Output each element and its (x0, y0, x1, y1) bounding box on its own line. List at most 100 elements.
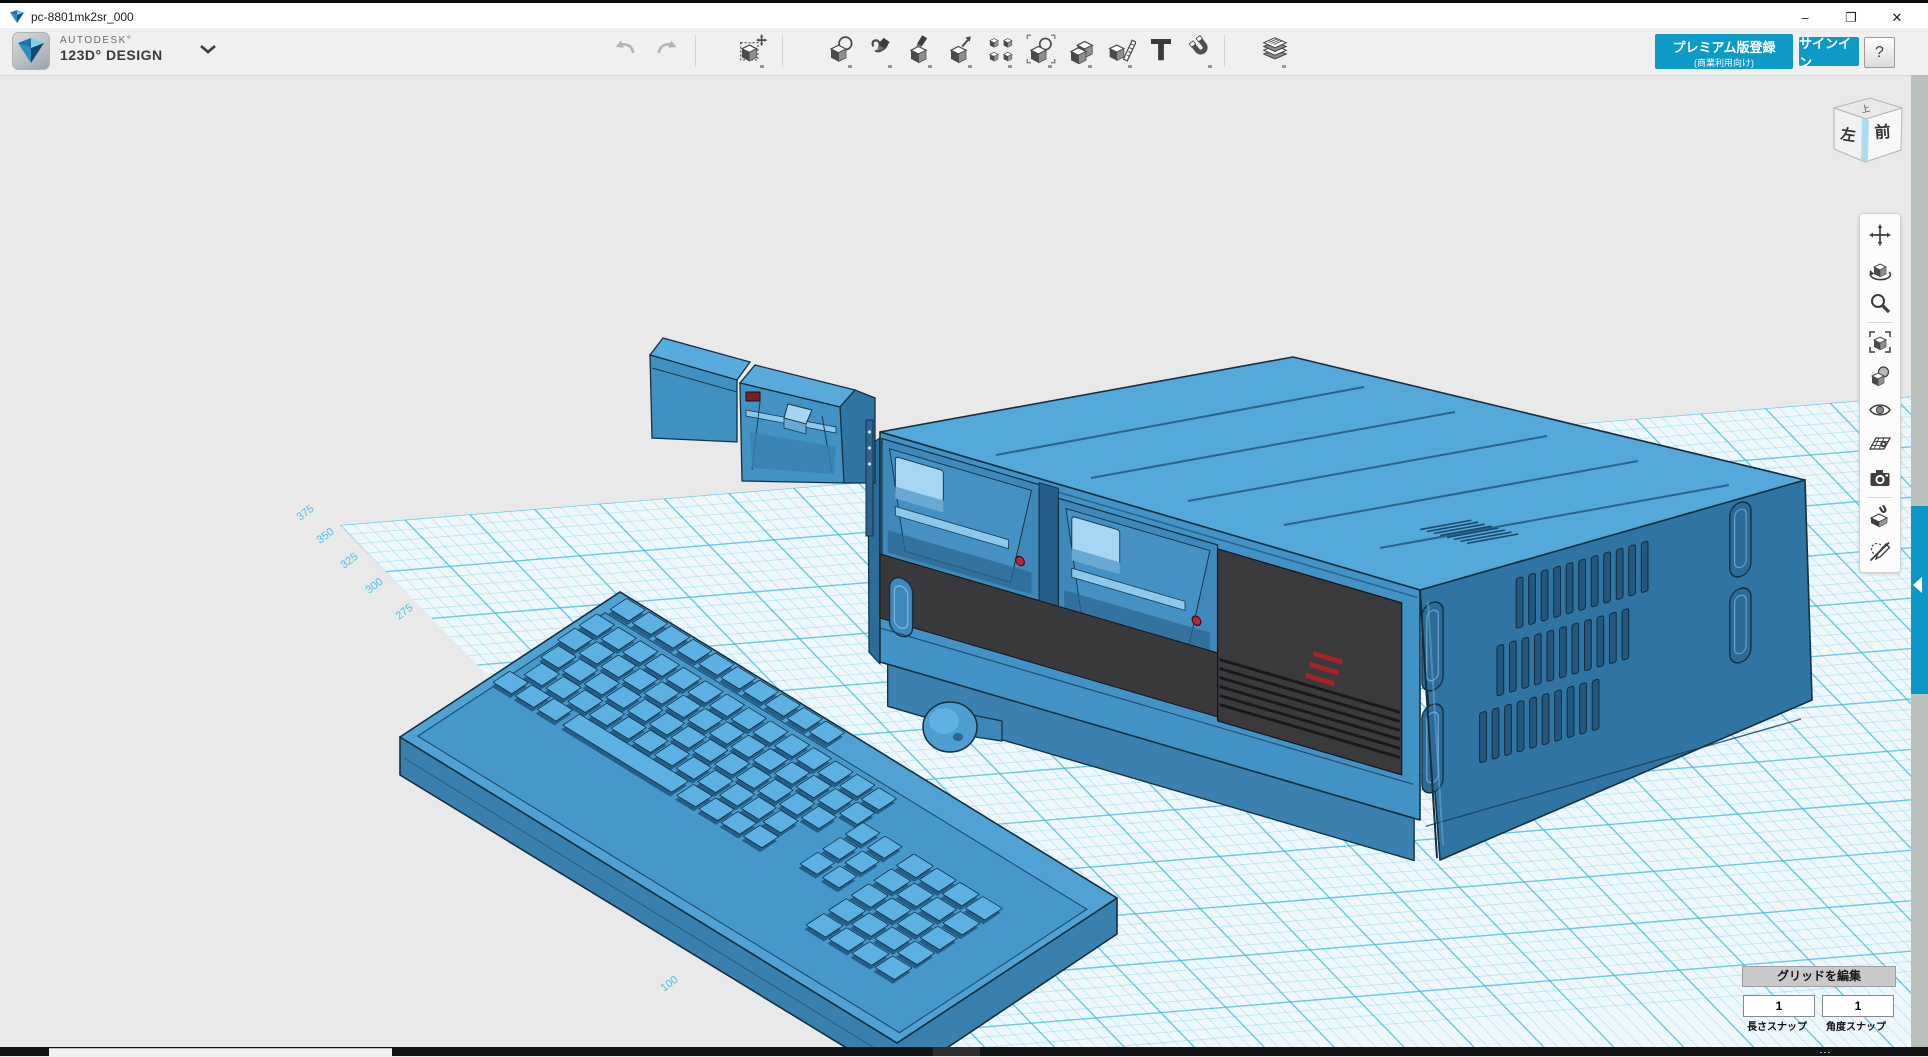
zoom-tool[interactable] (1860, 286, 1900, 320)
shaded-view-tool[interactable] (1860, 359, 1900, 393)
grid-edit-button[interactable]: グリッドを編集 (1742, 966, 1896, 987)
screenshot-tool[interactable] (1860, 461, 1900, 495)
viewcube-front-label[interactable]: 前 (1874, 122, 1891, 142)
vent-slat (1591, 555, 1598, 607)
app-menu-button[interactable] (12, 32, 50, 70)
eye-icon (1868, 398, 1892, 422)
modify-button[interactable] (944, 34, 978, 70)
measure-icon (1106, 34, 1136, 64)
pan-icon (1868, 223, 1892, 247)
snap-button[interactable] (1184, 34, 1218, 70)
flyout-indicator (848, 65, 852, 68)
angle-snap-input[interactable] (1822, 995, 1894, 1017)
flyout-indicator (1048, 65, 1052, 68)
construct-icon (906, 34, 936, 64)
fit-view-tool[interactable] (1860, 325, 1900, 359)
brand-autodesk: AUTODESK° (60, 35, 132, 46)
pattern-button[interactable] (984, 34, 1018, 70)
toolbar-separator (1224, 35, 1225, 67)
length-snap-input[interactable] (1743, 995, 1815, 1017)
redo-button[interactable] (650, 34, 684, 70)
group-button[interactable] (1024, 34, 1058, 70)
sketch-visibility-off-icon (1868, 539, 1892, 563)
vent-slat (1610, 612, 1617, 664)
side-drawer-thumb[interactable] (1911, 506, 1928, 694)
snap-object-tool[interactable] (1860, 500, 1900, 534)
vent-slat (1480, 711, 1487, 763)
app-menu-chevron-icon[interactable] (200, 45, 216, 55)
primitives-icon (826, 34, 856, 64)
close-button[interactable]: ✕ (1882, 9, 1912, 26)
help-button[interactable]: ? (1864, 37, 1895, 68)
pan-tool[interactable] (1860, 218, 1900, 252)
minimize-button[interactable]: – (1790, 9, 1820, 26)
vent-slat (1530, 697, 1537, 749)
redo-icon (654, 34, 680, 60)
vent-slat (1629, 544, 1636, 596)
sketch-button[interactable] (864, 34, 898, 70)
vent-slat (1516, 577, 1523, 629)
construct-button[interactable] (904, 34, 938, 70)
window-title: pc-8801mk2sr_000 (31, 10, 134, 24)
viewcube[interactable]: 上 左 前 (1818, 86, 1918, 186)
flyout-indicator (760, 65, 764, 68)
magnifier-icon (1868, 291, 1892, 315)
orbit-tool[interactable] (1860, 252, 1900, 286)
vent-slat (1555, 690, 1562, 742)
side-drawer-arrow-icon[interactable] (1913, 577, 1922, 593)
vent-slat (1622, 608, 1629, 660)
viewport-3d[interactable]: 375 350 325 300 275 100 (0, 75, 1928, 1047)
taskbar-segment[interactable] (933, 1047, 980, 1056)
flyout-indicator (1008, 65, 1012, 68)
viewcube-edge-highlight[interactable] (1861, 118, 1869, 162)
pattern-icon (986, 34, 1016, 64)
svg-text:275: 275 (394, 602, 416, 623)
vent-slat (1505, 704, 1512, 756)
view-toolbar (1859, 213, 1901, 573)
snap-object-icon (1868, 505, 1892, 529)
visibility-tool[interactable] (1860, 393, 1900, 427)
text-tool-icon (1146, 34, 1176, 64)
flyout-indicator (928, 65, 932, 68)
combine-icon (1066, 34, 1096, 64)
taskbar-clock-fragment: ▪ ▪ ▪ (1820, 1052, 1846, 1056)
grid-visibility-tool[interactable] (1860, 427, 1900, 461)
grid-visibility-icon (1868, 432, 1892, 456)
sketch-visibility-tool[interactable] (1860, 534, 1900, 568)
toolbar-separator (695, 35, 696, 67)
premium-signup-label: プレミアム版登録 (1655, 37, 1793, 56)
vent-slat (1567, 686, 1574, 738)
snap-magnet-icon (1186, 34, 1216, 64)
angle-snap-label: 角度スナップ (1821, 1018, 1891, 1033)
grid-settings-panel: グリッドを編集 長さスナップ 角度スナップ (1742, 966, 1894, 987)
restore-button[interactable]: ❐ (1836, 9, 1866, 26)
viewcube-left-label[interactable]: 左 (1838, 125, 1856, 145)
orbit-icon (1868, 257, 1892, 281)
vent-slat (1616, 548, 1623, 600)
app-logo-icon (12, 32, 50, 70)
main-toolbar: AUTODESK° 123D° DESIGN (0, 28, 1928, 76)
fit-view-icon (1868, 330, 1892, 354)
sketch-icon (866, 34, 896, 64)
flyout-indicator (1128, 65, 1132, 68)
vent-slat (1572, 623, 1579, 675)
vent-slat (1585, 619, 1592, 671)
material-layers-icon (1260, 34, 1290, 64)
titlebar: pc-8801mk2sr_000 – ❐ ✕ (0, 3, 1928, 28)
primitives-button[interactable] (824, 34, 858, 70)
premium-signup-button[interactable]: プレミアム版登録 (商業利用向け) (1655, 34, 1793, 69)
undo-icon (612, 34, 638, 60)
group-icon (1026, 34, 1056, 64)
modify-icon (946, 34, 976, 64)
undo-button[interactable] (608, 34, 642, 70)
measure-button[interactable] (1104, 34, 1138, 70)
transform-move-button[interactable] (736, 34, 770, 70)
material-layers-button[interactable] (1258, 34, 1292, 70)
vent-slat (1522, 637, 1529, 689)
brand-123d-design: 123D° DESIGN (60, 47, 163, 63)
text-tool-button[interactable] (1144, 34, 1178, 70)
vent-slat (1579, 559, 1586, 611)
combine-button[interactable] (1064, 34, 1098, 70)
signin-button[interactable]: サインイン (1799, 37, 1859, 66)
vent-slat (1592, 679, 1599, 731)
